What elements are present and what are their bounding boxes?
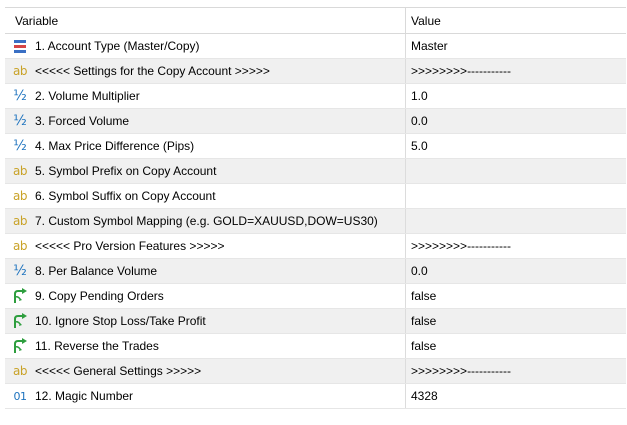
column-header-variable[interactable]: Variable: [5, 8, 405, 33]
variable-label: 1. Account Type (Master/Copy): [35, 39, 200, 53]
table-row[interactable]: ab <<<<< General Settings >>>>> >>>>>>>>--…: [5, 359, 626, 384]
value-cell[interactable]: [406, 209, 626, 233]
bool-icon: [11, 338, 29, 354]
variable-cell[interactable]: ab <<<<< Settings for the Copy Account >>…: [5, 59, 405, 83]
string-icon: ab: [13, 189, 27, 203]
table-row[interactable]: 11. Reverse the Trades false: [5, 334, 626, 359]
variable-label: <<<<< Pro Version Features >>>>>: [35, 239, 225, 253]
variable-cell[interactable]: 11. Reverse the Trades: [5, 334, 405, 358]
value-cell[interactable]: >>>>>>>>-----------: [406, 59, 626, 83]
variable-cell[interactable]: ab 7. Custom Symbol Mapping (e.g. GOLD=XA…: [5, 209, 405, 233]
double-icon: ½: [13, 138, 27, 154]
string-icon: ab: [13, 364, 27, 378]
table-row[interactable]: ab 5. Symbol Prefix on Copy Account: [5, 159, 626, 184]
value-cell[interactable]: [406, 159, 626, 183]
column-header-value[interactable]: Value: [406, 8, 626, 33]
value-cell[interactable]: 0.0: [406, 259, 626, 283]
variable-cell[interactable]: ½ 2. Volume Multiplier: [5, 84, 405, 108]
integer-icon: 01: [13, 389, 28, 403]
string-icon: ab: [13, 239, 27, 253]
variable-label: <<<<< Settings for the Copy Account >>>>…: [35, 64, 270, 78]
variable-label: 3. Forced Volume: [35, 114, 130, 128]
value-text: 0.0: [411, 264, 428, 278]
value-cell[interactable]: false: [406, 309, 626, 333]
value-cell[interactable]: >>>>>>>>-----------: [406, 234, 626, 258]
table-row[interactable]: ab 6. Symbol Suffix on Copy Account: [5, 184, 626, 209]
table-row[interactable]: 10. Ignore Stop Loss/Take Profit false: [5, 309, 626, 334]
variable-cell[interactable]: ½ 4. Max Price Difference (Pips): [5, 134, 405, 158]
bool-icon: [11, 313, 29, 329]
variable-label: 7. Custom Symbol Mapping (e.g. GOLD=XAUU…: [35, 214, 378, 228]
variable-label: 2. Volume Multiplier: [35, 89, 140, 103]
value-cell[interactable]: 0.0: [406, 109, 626, 133]
table-row[interactable]: ½ 3. Forced Volume 0.0: [5, 109, 626, 134]
variable-label: 10. Ignore Stop Loss/Take Profit: [35, 314, 206, 328]
enum-icon: [11, 38, 29, 54]
value-cell[interactable]: false: [406, 284, 626, 308]
value-text: >>>>>>>>-----------: [411, 364, 512, 378]
double-icon: ½: [13, 88, 27, 104]
variable-cell[interactable]: ½ 8. Per Balance Volume: [5, 259, 405, 283]
variable-cell[interactable]: 01 12. Magic Number: [5, 384, 405, 408]
value-text: false: [411, 339, 437, 353]
table-row[interactable]: 9. Copy Pending Orders false: [5, 284, 626, 309]
variable-cell[interactable]: 10. Ignore Stop Loss/Take Profit: [5, 309, 405, 333]
string-icon: ab: [13, 214, 27, 228]
variable-label: 4. Max Price Difference (Pips): [35, 139, 195, 153]
variable-label: 8. Per Balance Volume: [35, 264, 158, 278]
table-row[interactable]: 1. Account Type (Master/Copy) Master: [5, 34, 626, 59]
inputs-grid: Variable Value 1. Account Type (Master/C…: [5, 7, 626, 409]
string-icon: ab: [13, 64, 27, 78]
string-icon: ab: [13, 164, 27, 178]
value-cell[interactable]: 1.0: [406, 84, 626, 108]
value-text: >>>>>>>>-----------: [411, 239, 512, 253]
value-text: false: [411, 314, 437, 328]
value-cell[interactable]: >>>>>>>>-----------: [406, 359, 626, 383]
table-row[interactable]: ½ 2. Volume Multiplier 1.0: [5, 84, 626, 109]
variable-cell[interactable]: ab 6. Symbol Suffix on Copy Account: [5, 184, 405, 208]
value-text: >>>>>>>>-----------: [411, 64, 512, 78]
variable-cell[interactable]: ab <<<<< Pro Version Features >>>>>: [5, 234, 405, 258]
variable-cell[interactable]: 1. Account Type (Master/Copy): [5, 34, 405, 58]
variable-cell[interactable]: ab 5. Symbol Prefix on Copy Account: [5, 159, 405, 183]
bool-icon: [11, 288, 29, 304]
value-text: Master: [411, 39, 448, 53]
variable-label: 9. Copy Pending Orders: [35, 289, 164, 303]
variable-cell[interactable]: 9. Copy Pending Orders: [5, 284, 405, 308]
grid-header: Variable Value: [5, 8, 626, 34]
value-text: 4328: [411, 389, 438, 403]
variable-label: <<<<< General Settings >>>>>: [35, 364, 202, 378]
double-icon: ½: [13, 113, 27, 129]
variable-label: 12. Magic Number: [35, 389, 134, 403]
table-row[interactable]: 01 12. Magic Number 4328: [5, 384, 626, 409]
variable-cell[interactable]: ½ 3. Forced Volume: [5, 109, 405, 133]
table-row[interactable]: ½ 4. Max Price Difference (Pips) 5.0: [5, 134, 626, 159]
value-cell[interactable]: 4328: [406, 384, 626, 408]
table-row[interactable]: ab <<<<< Pro Version Features >>>>> >>>>>>…: [5, 234, 626, 259]
value-text: false: [411, 289, 437, 303]
value-text: 1.0: [411, 89, 428, 103]
variable-cell[interactable]: ab <<<<< General Settings >>>>>: [5, 359, 405, 383]
variable-label: 6. Symbol Suffix on Copy Account: [35, 189, 216, 203]
variable-label: 5. Symbol Prefix on Copy Account: [35, 164, 217, 178]
value-cell[interactable]: 5.0: [406, 134, 626, 158]
variable-label: 11. Reverse the Trades: [35, 339, 159, 353]
value-text: 0.0: [411, 114, 428, 128]
double-icon: ½: [13, 263, 27, 279]
table-row[interactable]: ½ 8. Per Balance Volume 0.0: [5, 259, 626, 284]
value-text: 5.0: [411, 139, 428, 153]
value-cell[interactable]: Master: [406, 34, 626, 58]
table-row[interactable]: ab <<<<< Settings for the Copy Account >>…: [5, 59, 626, 84]
table-row[interactable]: ab 7. Custom Symbol Mapping (e.g. GOLD=XA…: [5, 209, 626, 234]
value-cell[interactable]: false: [406, 334, 626, 358]
value-cell[interactable]: [406, 184, 626, 208]
grid-body: 1. Account Type (Master/Copy) Master ab <<<…: [5, 34, 626, 409]
